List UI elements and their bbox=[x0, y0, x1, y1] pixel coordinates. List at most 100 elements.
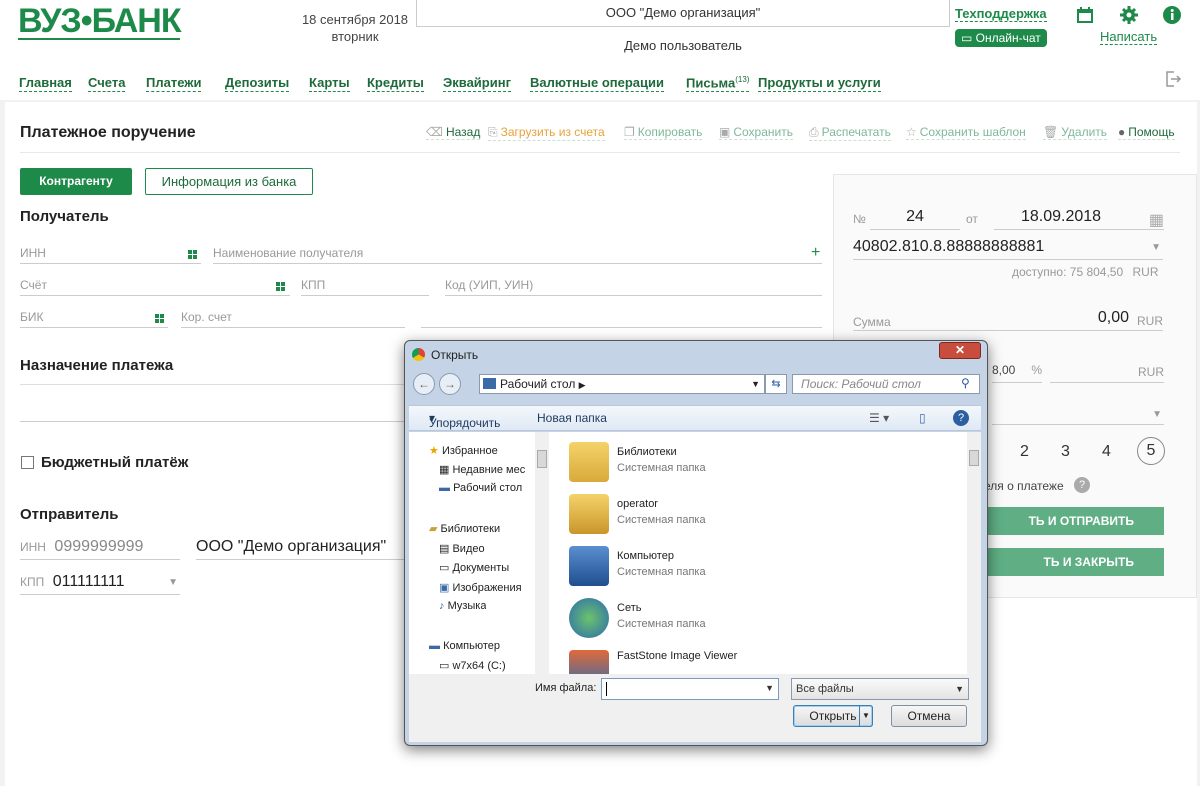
calendar-small-icon[interactable]: ▦ bbox=[1149, 210, 1164, 230]
nav-item-payments[interactable]: Платежи bbox=[146, 75, 202, 92]
sender-kpp-select[interactable]: КПП 011111111 ▼ bbox=[20, 573, 180, 595]
tree-documents[interactable]: ▭ Документы bbox=[439, 561, 509, 574]
tree-computer[interactable]: ▬ Компьютер bbox=[429, 640, 500, 652]
online-chat-button[interactable]: ▭ Онлайн-чат bbox=[955, 29, 1047, 47]
calendar-icon[interactable] bbox=[1075, 5, 1095, 25]
budget-checkbox[interactable] bbox=[21, 456, 34, 469]
scrollbar-thumb[interactable] bbox=[537, 450, 547, 468]
recipient-kpp-field[interactable]: КПП bbox=[301, 276, 429, 296]
sender-name-field[interactable]: ООО "Демо организация" bbox=[196, 538, 406, 560]
priority-2[interactable]: 2 bbox=[1020, 443, 1029, 461]
vat-sum-field[interactable]: RUR bbox=[1050, 363, 1164, 383]
new-folder-button[interactable]: Новая папка bbox=[537, 411, 607, 425]
nav-item-acquiring[interactable]: Эквайринг bbox=[443, 75, 511, 92]
filetype-select[interactable]: Все файлы ▼ bbox=[791, 678, 969, 700]
help-icon[interactable]: ? bbox=[953, 410, 969, 426]
filename-input[interactable]: ▼ bbox=[601, 678, 779, 700]
nav-item-cards[interactable]: Карты bbox=[309, 75, 350, 92]
close-button[interactable]: ✕ bbox=[939, 342, 981, 359]
vat-type-select[interactable]: ▼ bbox=[992, 405, 1164, 425]
doc-number-field[interactable]: 24 bbox=[870, 208, 960, 230]
forward-arrow-icon[interactable]: → bbox=[439, 373, 461, 395]
info-icon[interactable] bbox=[1162, 5, 1182, 25]
open-button[interactable]: Открыть ▼ bbox=[793, 705, 873, 727]
save-and-close-button[interactable]: ТЬ И ЗАКРЫТЬ bbox=[974, 548, 1164, 576]
bank-logo[interactable]: ВУЗ•БАНК bbox=[18, 2, 182, 41]
nav-item-accounts[interactable]: Счета bbox=[88, 75, 126, 92]
recipient-account-field[interactable]: Счёт bbox=[20, 276, 290, 296]
recipient-code-field[interactable]: Код (УИП, УИН) bbox=[445, 276, 822, 296]
organization-selector[interactable]: ООО "Демо организация" bbox=[416, 0, 950, 27]
save-template-link[interactable]: ☆ Сохранить шаблон bbox=[906, 125, 1026, 140]
add-icon[interactable]: + bbox=[811, 244, 820, 262]
question-icon[interactable]: ? bbox=[1074, 477, 1090, 493]
account-select[interactable]: 40802.810.8.88888888881 ▼ bbox=[853, 238, 1163, 260]
refresh-icon[interactable]: ⇆ bbox=[765, 374, 787, 394]
tree-drive-c[interactable]: ▭ w7x64 (C:) bbox=[439, 659, 506, 672]
tree-images[interactable]: ▣ Изображения bbox=[439, 581, 522, 594]
tab-counterparty[interactable]: Контрагенту bbox=[20, 168, 132, 195]
gear-icon[interactable] bbox=[1119, 5, 1139, 25]
scrollbar-thumb[interactable] bbox=[969, 450, 979, 466]
tree-recent[interactable]: ▦ Недавние мес bbox=[439, 463, 539, 476]
tree-music[interactable]: ♪ Музыка bbox=[439, 600, 486, 612]
cancel-button[interactable]: Отмена bbox=[891, 705, 967, 727]
vat-rate-field[interactable]: 8,00% bbox=[992, 363, 1042, 383]
search-input[interactable]: Поиск: Рабочий стол bbox=[792, 374, 980, 394]
file-item-libraries[interactable]: Библиотеки Системная папка bbox=[569, 440, 949, 490]
copy-link[interactable]: ❐ Копировать bbox=[624, 125, 703, 140]
write-link[interactable]: Написать bbox=[1100, 29, 1158, 45]
print-link[interactable]: ⎙ Распечатать bbox=[809, 125, 891, 141]
bik-grid-icon[interactable] bbox=[155, 314, 164, 323]
organize-menu[interactable]: Упорядочить ▾ bbox=[429, 411, 500, 430]
priority-5-selected[interactable]: 5 bbox=[1137, 437, 1165, 465]
recipient-name-field[interactable]: Наименование получателя bbox=[213, 244, 822, 264]
nav-item-products[interactable]: Продукты и услуги bbox=[758, 75, 881, 92]
recipient-corr-field[interactable]: Кор. счет bbox=[181, 308, 405, 328]
view-options-icon[interactable]: ☰ ▾ bbox=[869, 411, 889, 425]
delete-link[interactable]: 🗑 Удалить bbox=[1043, 125, 1108, 140]
tree-desktop[interactable]: ▬ Рабочий стол bbox=[439, 482, 522, 494]
back-link[interactable]: ⌫ Назад bbox=[426, 125, 481, 140]
help-link[interactable]: ● Помощь bbox=[1118, 125, 1175, 140]
logout-icon[interactable] bbox=[1164, 70, 1182, 88]
chevron-down-icon[interactable]: ▼ bbox=[765, 683, 774, 693]
address-bar[interactable]: Рабочий стол ▶ ▼ bbox=[479, 374, 765, 394]
nav-item-letters[interactable]: Письма(13) bbox=[686, 75, 750, 93]
chevron-down-icon[interactable]: ▼ bbox=[859, 705, 873, 727]
network-icon bbox=[569, 598, 609, 638]
tree-libraries[interactable]: ▰ Библиотеки bbox=[429, 522, 500, 535]
files-scrollbar[interactable] bbox=[967, 432, 981, 674]
doc-date-field[interactable]: 18.09.2018 ▦ bbox=[994, 208, 1164, 230]
tree-favorites[interactable]: ★ Избранное bbox=[429, 444, 498, 457]
file-item-network[interactable]: Сеть Системная папка bbox=[569, 596, 949, 646]
recipient-inn-field[interactable]: ИНН bbox=[20, 244, 201, 264]
nav-scrollbar[interactable] bbox=[535, 432, 549, 674]
priority-3[interactable]: 3 bbox=[1061, 443, 1070, 461]
recipient-extra-field[interactable] bbox=[421, 308, 822, 328]
nav-item-main[interactable]: Главная bbox=[19, 75, 72, 92]
support-link[interactable]: Техподдержка bbox=[955, 6, 1047, 22]
sum-field[interactable]: Сумма 0,00 RUR bbox=[853, 309, 1163, 331]
load-from-invoice-link[interactable]: ⎘ Загрузить из счета bbox=[488, 125, 605, 141]
priority-4[interactable]: 4 bbox=[1102, 443, 1111, 461]
search-icon[interactable]: ⚲ bbox=[961, 376, 970, 390]
sender-inn-field[interactable]: ИНН 0999999999 bbox=[20, 538, 180, 560]
save-and-send-button[interactable]: ТЬ И ОТПРАВИТЬ bbox=[974, 507, 1164, 535]
file-item-faststone[interactable]: FastStone Image Viewer bbox=[569, 648, 949, 674]
tree-video[interactable]: ▤ Видео bbox=[439, 542, 485, 555]
save-link[interactable]: ▣ Сохранить bbox=[719, 125, 793, 140]
account-grid-icon[interactable] bbox=[276, 282, 285, 291]
recipient-bik-field[interactable]: БИК bbox=[20, 308, 168, 328]
nav-item-deposits[interactable]: Депозиты bbox=[225, 75, 290, 92]
file-item-computer[interactable]: Компьютер Системная папка bbox=[569, 544, 949, 594]
back-arrow-icon[interactable]: ← bbox=[413, 373, 435, 395]
lookup-grid-icon[interactable] bbox=[188, 250, 197, 259]
purpose-field[interactable] bbox=[20, 402, 420, 422]
file-item-operator[interactable]: operator Системная папка bbox=[569, 492, 949, 542]
tab-bank-info[interactable]: Информация из банка bbox=[145, 168, 313, 195]
nav-item-credits[interactable]: Кредиты bbox=[367, 75, 424, 92]
nav-item-currency[interactable]: Валютные операции bbox=[530, 75, 664, 92]
preview-pane-icon[interactable]: ▯ bbox=[919, 411, 926, 425]
chevron-down-icon[interactable]: ▼ bbox=[751, 375, 760, 393]
